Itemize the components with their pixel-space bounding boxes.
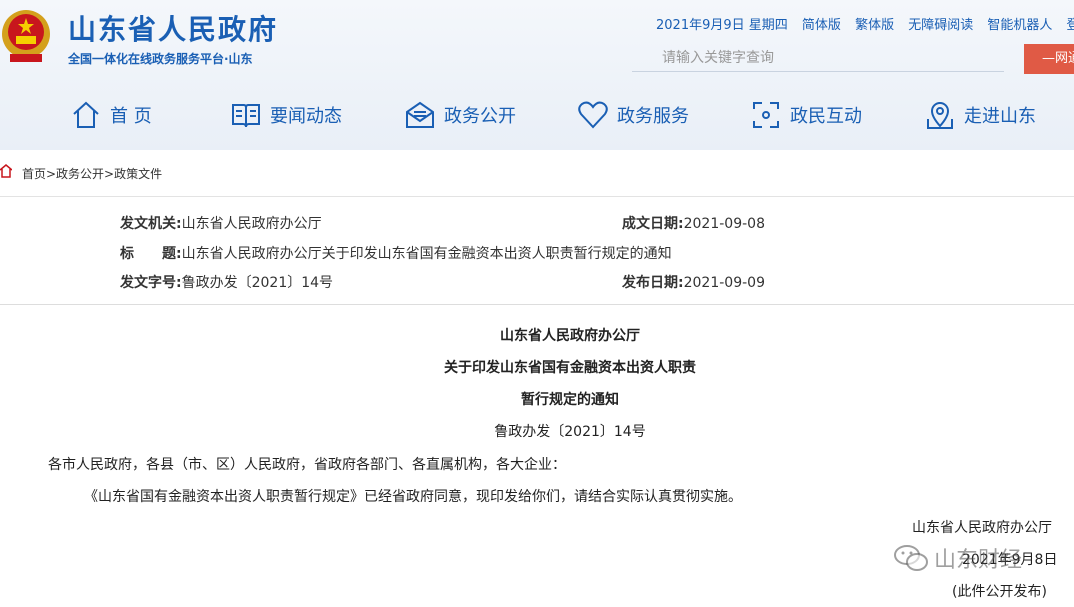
nav-news-label: 要闻动态: [270, 106, 342, 127]
title-label: 标 题:: [120, 246, 182, 262]
breadcrumb[interactable]: 首页>政务公开>政策文件: [22, 165, 162, 182]
doc-addressee: 各市人民政府，各县（市、区）人民政府，省政府各部门、各直属机构，各大企业：: [48, 457, 566, 473]
mail-open-icon: [406, 101, 434, 128]
document-meta: 发文机关:山东省人民政府办公厅 成文日期:2021-09-08 标 题:山东省人…: [0, 197, 1074, 305]
nav-shandong-label: 走进山东: [964, 106, 1036, 127]
breadcrumb-bar: 首页>政务公开>政策文件: [0, 150, 1074, 197]
doc-heading-3: 暂行规定的通知: [521, 392, 619, 408]
nav-public-affairs[interactable]: 政务公开: [404, 92, 516, 138]
publish-label: 发布日期:: [622, 275, 684, 291]
national-emblem-icon: [2, 10, 50, 62]
nav-interaction-label: 政民互动: [790, 106, 862, 127]
nav-home-label: 首 页: [110, 106, 152, 127]
number-label: 发文字号:: [120, 275, 182, 291]
main-nav: 首 页 要闻动态 政务公开 政务服务 政民互动 走进山东: [0, 92, 1074, 138]
publish-value: 2021-09-09: [683, 275, 765, 291]
issuer-value: 山东省人民政府办公厅: [181, 216, 322, 232]
nav-home[interactable]: 首 页: [70, 92, 152, 138]
issuer-label: 发文机关:: [120, 216, 182, 232]
home-icon: [73, 101, 99, 128]
doc-note: (此件公开发布): [952, 584, 1047, 600]
doc-heading-2: 关于印发山东省国有金融资本出资人职责: [444, 360, 696, 376]
number-value: 鲁政办发〔2021〕14号: [181, 275, 334, 291]
search-input[interactable]: [632, 47, 1004, 69]
wechat-icon: [894, 545, 928, 571]
search-button[interactable]: —网通: [1024, 44, 1074, 74]
nav-public-affairs-label: 政务公开: [444, 106, 516, 127]
link-accessible[interactable]: 无障碍阅读: [908, 18, 973, 33]
link-robot[interactable]: 智能机器人: [987, 18, 1052, 33]
doc-paragraph: 《山东省国有金融资本出资人职责暂行规定》已经省政府同意，现印发给你们，请结合实际…: [84, 489, 742, 505]
book-icon: [232, 104, 260, 128]
search-box: [632, 47, 1004, 72]
date-label: 成文日期:: [622, 216, 684, 232]
nav-shandong[interactable]: 走进山东: [924, 92, 1036, 138]
link-login[interactable]: 登录: [1067, 18, 1074, 33]
current-date: 2021年9月9日 星期四: [656, 18, 788, 33]
watermark-text: 山东财经: [934, 548, 1023, 573]
doc-heading-1: 山东省人民政府办公厅: [500, 328, 640, 344]
link-traditional[interactable]: 繁体版: [855, 18, 894, 33]
link-simplified[interactable]: 简体版: [802, 18, 841, 33]
doc-signature: 山东省人民政府办公厅: [912, 520, 1052, 536]
top-links: 2021年9月9日 星期四 简体版 繁体版 无障碍阅读 智能机器人 登录: [656, 14, 1074, 33]
nav-services-label: 政务服务: [617, 106, 689, 127]
doc-number: 鲁政办发〔2021〕14号: [494, 424, 646, 440]
heart-icon: [578, 101, 608, 129]
nav-interaction[interactable]: 政民互动: [750, 92, 862, 138]
watermark: 山东财经: [894, 542, 1022, 574]
date-value: 2021-09-08: [683, 216, 765, 232]
title-value: 山东省人民政府办公厅关于印发山东省国有金融资本出资人职责暂行规定的通知: [181, 246, 672, 262]
nav-services[interactable]: 政务服务: [577, 92, 689, 138]
map-pin-icon: [927, 102, 953, 129]
nav-news[interactable]: 要闻动态: [230, 92, 342, 138]
site-title[interactable]: 山东省人民政府: [68, 8, 278, 48]
site-header: 山东省人民政府 全国一体化在线政务服务平台·山东 2021年9月9日 星期四 简…: [0, 0, 1074, 150]
location-icon: [0, 164, 12, 178]
site-subtitle: 全国一体化在线政务服务平台·山东: [68, 52, 253, 66]
exchange-icon: [753, 102, 779, 128]
